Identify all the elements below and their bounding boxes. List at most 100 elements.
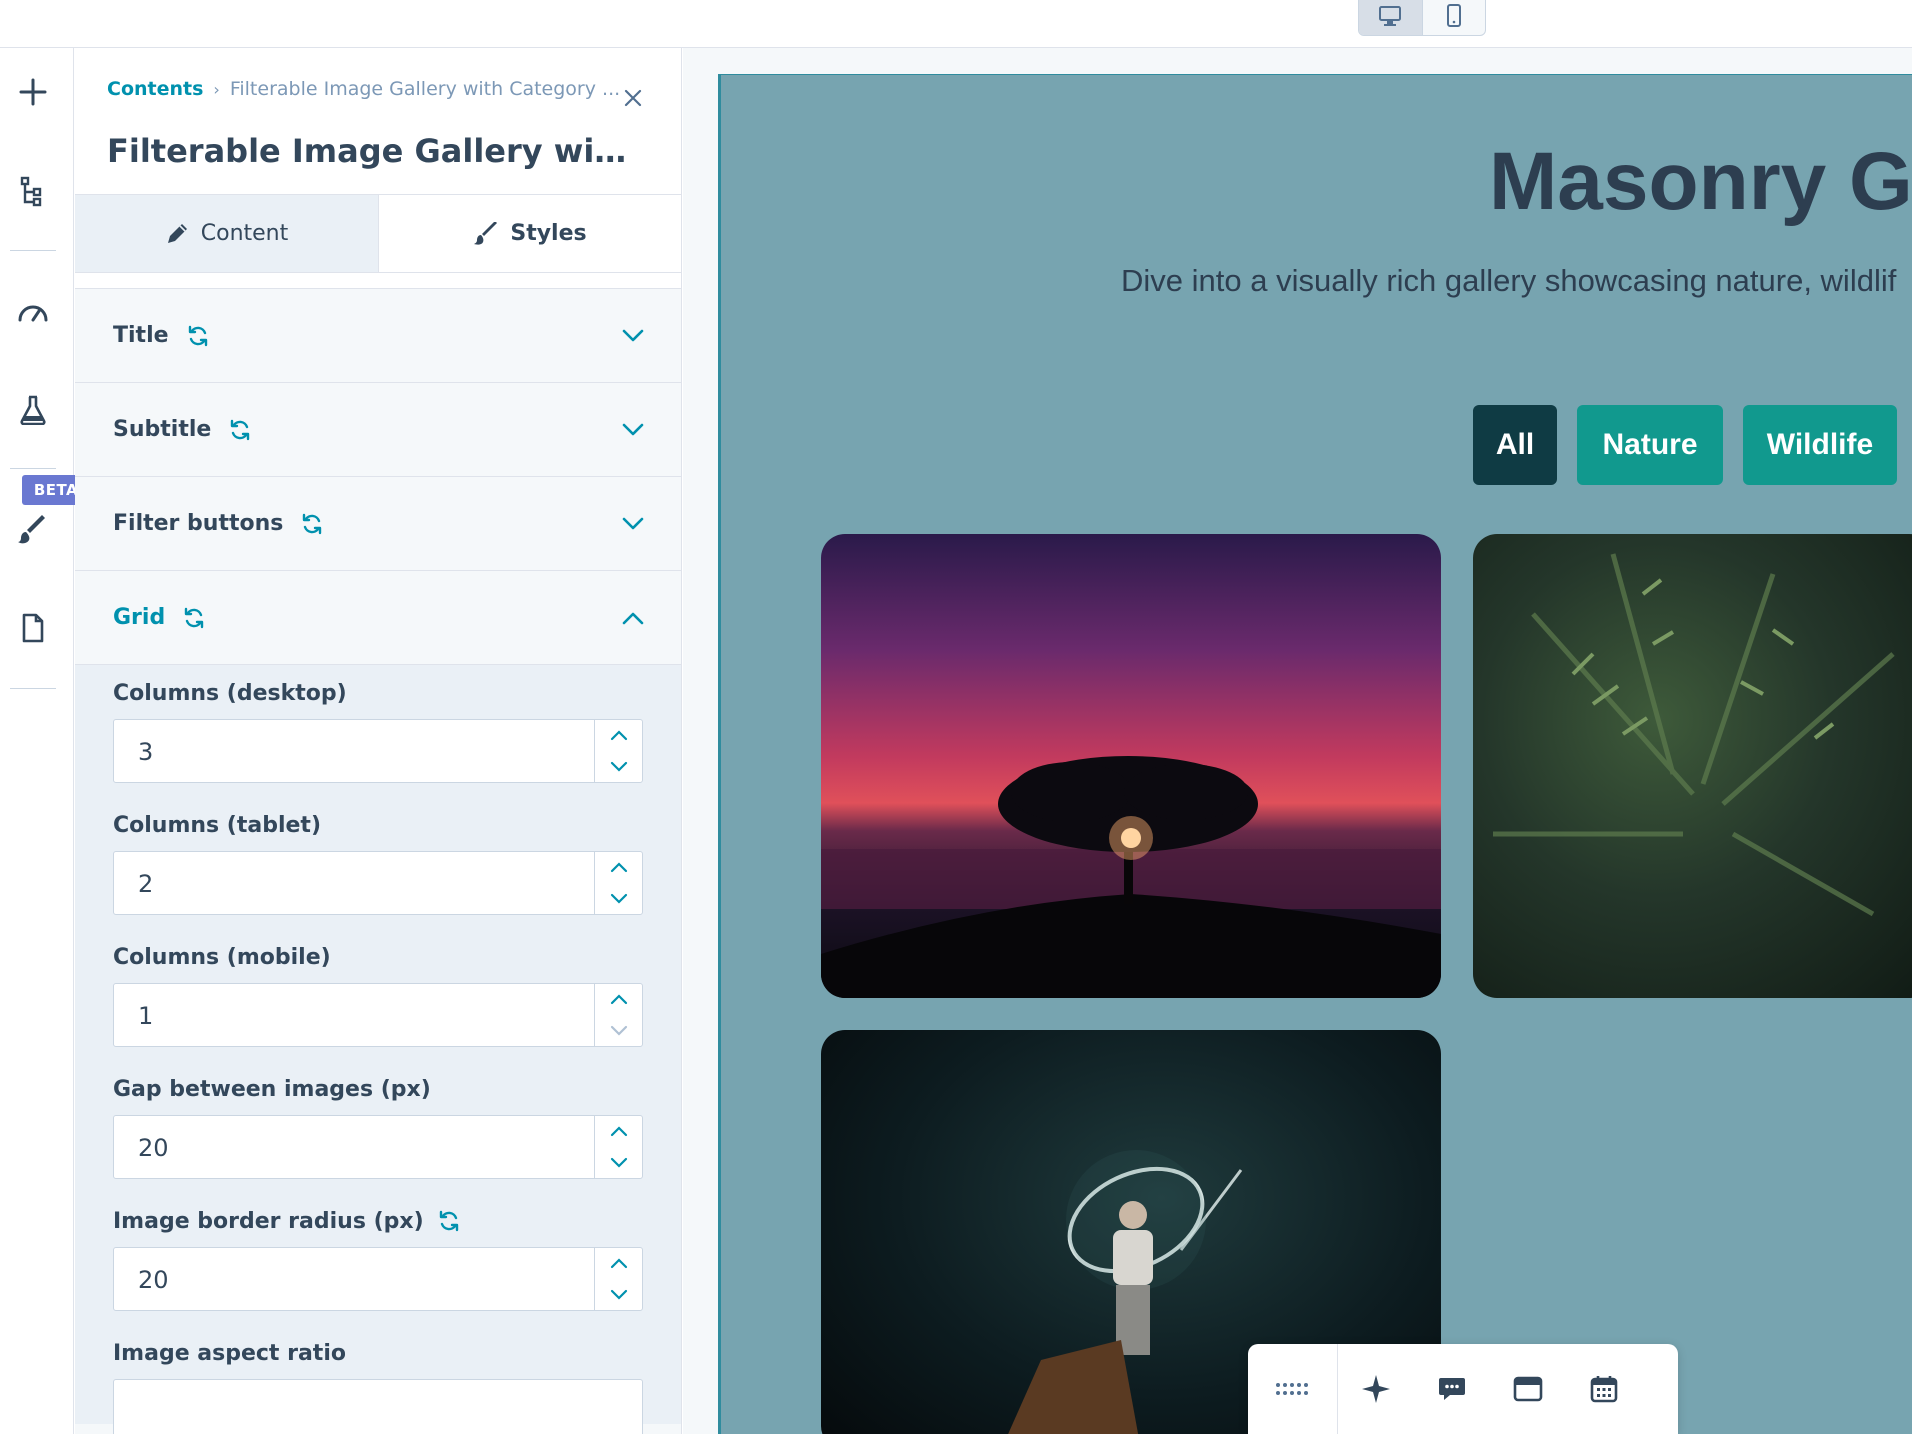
rail-divider [10,468,56,469]
filter-all-button[interactable]: All [1473,405,1557,485]
icon-rail: BETA [0,48,90,1434]
increment-button[interactable] [595,1248,642,1279]
document-icon [22,613,44,643]
decrement-button[interactable] [595,751,642,782]
gallery-title: Masonry Ga [1489,136,1912,227]
filter-nature-button[interactable]: Nature [1577,405,1723,485]
toolbar-drag-handle[interactable] [1248,1344,1338,1434]
stepper [594,1248,642,1310]
tree-icon [20,176,42,207]
chevron-up-icon [622,612,644,624]
field-label: Columns (tablet) [113,812,322,838]
comments-button[interactable] [1414,1344,1490,1434]
tab-styles-label: Styles [510,221,587,246]
decrement-button[interactable] [595,1015,642,1046]
columns-tablet-input[interactable]: 2 [113,851,643,915]
gap-input[interactable]: 20 [113,1115,643,1179]
device-toggle [1358,0,1486,36]
field-gap: Gap between images (px) 20 [113,1075,644,1179]
tab-styles[interactable]: Styles [379,195,681,272]
field-label: Columns (mobile) [113,944,331,970]
performance-button[interactable] [13,292,53,332]
sunset-tree-image [821,756,1441,998]
pencil-icon [167,223,187,243]
drag-handle-icon [1275,1383,1308,1395]
chevron-up-icon [610,730,627,741]
section-title[interactable]: Title [75,288,681,382]
panel-tabs: Content Styles [75,194,681,273]
gallery-subtitle: Dive into a visually rich gallery showca… [1121,263,1897,298]
increment-button[interactable] [595,984,642,1015]
mobile-view-button[interactable] [1421,0,1486,35]
field-label: Image aspect ratio [113,1340,346,1366]
desktop-icon [1379,6,1402,26]
settings-scroll-area[interactable]: Title Subtitle Filter buttons Grid Colum… [75,288,681,1434]
tab-content[interactable]: Content [75,195,379,272]
decrement-button[interactable] [595,883,642,914]
gallery-image-sunset-tree[interactable] [821,534,1441,998]
gallery-module[interactable]: Masonry Ga Dive into a visually rich gal… [718,74,1912,1434]
sync-icon [231,419,250,440]
section-subtitle[interactable]: Subtitle [75,382,681,476]
chevron-down-icon [610,1025,627,1036]
stepper [594,1116,642,1178]
plus-icon [19,78,47,106]
chevron-down-icon [610,1157,627,1168]
chevron-up-icon [610,994,627,1005]
chevron-up-icon [610,1126,627,1137]
columns-desktop-input[interactable]: 3 [113,719,643,783]
mobile-icon [1446,4,1461,27]
section-grid[interactable]: Grid [75,570,681,664]
sync-icon [439,1210,458,1232]
rail-divider [10,250,56,251]
increment-button[interactable] [595,720,642,751]
input-value: 20 [138,1266,169,1294]
increment-button[interactable] [595,852,642,883]
grid-settings: Columns (desktop) 3 Columns (tablet) 2 C… [75,664,681,1434]
browser-preview-button[interactable] [1490,1344,1566,1434]
section-subtitle-label: Subtitle [113,417,212,442]
stepper [594,984,642,1046]
test-button[interactable] [13,390,53,430]
columns-mobile-input[interactable]: 1 [113,983,643,1047]
filter-wildlife-button[interactable]: Wildlife [1743,405,1897,485]
chat-icon [1439,1378,1465,1400]
breadcrumb-contents-link[interactable]: Contents [107,78,203,100]
tab-content-label: Content [200,221,289,246]
chevron-down-icon [610,1289,627,1300]
add-button[interactable] [13,72,53,112]
close-panel-button[interactable] [619,84,647,112]
input-value: 3 [138,738,154,766]
fern-image [1493,553,1895,917]
section-grid-label: Grid [113,605,166,630]
stepper [594,720,642,782]
section-filter-buttons[interactable]: Filter buttons [75,476,681,570]
page-settings-button[interactable] [13,608,53,648]
schedule-button[interactable] [1566,1344,1642,1434]
field-columns-desktop: Columns (desktop) 3 [113,679,644,783]
field-border-radius: Image border radius (px) 20 [113,1207,644,1311]
ai-assistant-button[interactable] [1338,1344,1414,1434]
sync-icon [303,513,322,534]
design-button[interactable] [13,510,53,550]
decrement-button[interactable] [595,1279,642,1310]
chevron-down-icon [610,761,627,772]
sync-icon [188,325,207,346]
flask-icon [20,395,46,425]
gallery-image-ferns[interactable] [1473,534,1912,998]
chevron-down-icon [610,893,627,904]
gauge-icon [18,305,48,322]
field-columns-tablet: Columns (tablet) 2 [113,811,644,915]
sync-icon [185,607,204,628]
desktop-view-button[interactable] [1359,0,1422,35]
border-radius-input[interactable]: 20 [113,1247,643,1311]
aspect-ratio-select[interactable] [113,1379,643,1434]
tree-view-button[interactable] [13,172,53,212]
decrement-button[interactable] [595,1147,642,1178]
chevron-down-icon [622,517,644,529]
section-title-label: Title [113,323,169,348]
module-settings-panel: Contents › Filterable Image Gallery with… [75,48,682,1434]
increment-button[interactable] [595,1116,642,1147]
sparkle-icon [1362,1375,1390,1403]
field-label: Gap between images (px) [113,1076,431,1102]
